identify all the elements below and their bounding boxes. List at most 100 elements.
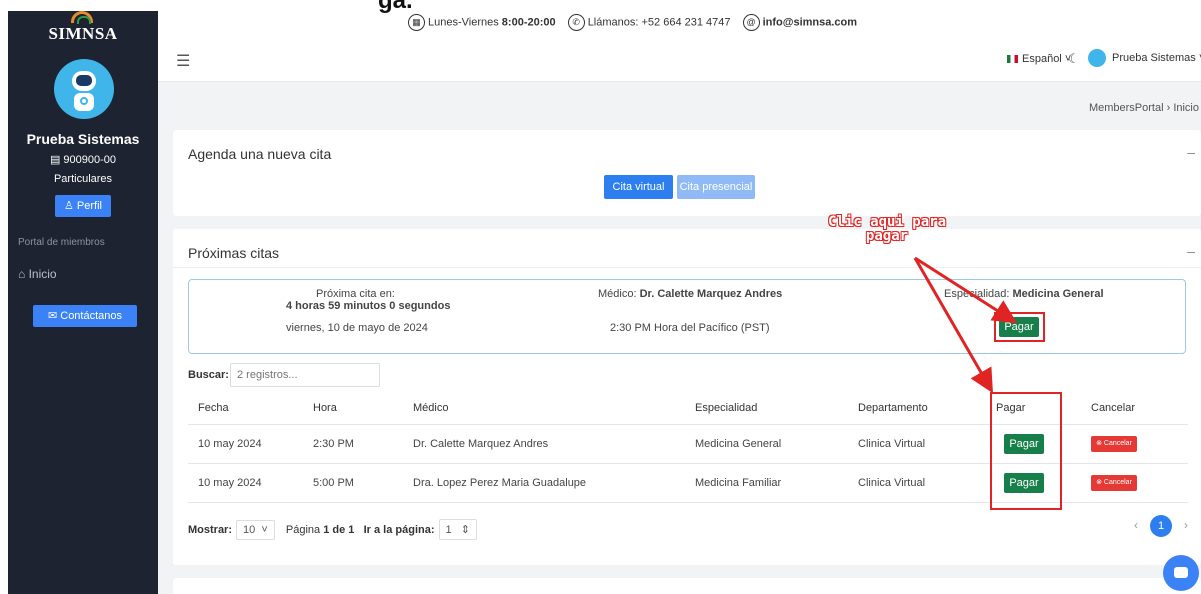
- cell-cancel: ⊗ Cancelar: [1081, 424, 1188, 464]
- brand-logo[interactable]: SIMNSA: [8, 11, 158, 49]
- prev-page-icon[interactable]: ‹: [1134, 518, 1138, 532]
- phone-item[interactable]: ✆ Llámanos: +52 664 231 4747: [567, 14, 731, 31]
- next-date: viernes, 10 de mayo de 2024: [286, 322, 428, 334]
- mail-icon: ✉: [47, 310, 61, 322]
- cancel-button-label: Cancelar: [1103, 478, 1132, 486]
- avatar-badge: [80, 97, 88, 105]
- contact-button[interactable]: ✉ Contáctanos: [33, 305, 137, 327]
- divider: [173, 267, 1201, 268]
- hours-label: Lunes-Viernes: [428, 16, 499, 29]
- main-content: MembersPortal › Inicio Agenda una nueva …: [158, 82, 1201, 594]
- page-size-value: 10: [243, 524, 256, 536]
- specialty-value: Medicina General: [1012, 288, 1104, 300]
- new-appointment-title: Agenda una nueva cita: [188, 146, 332, 162]
- dark-mode-toggle-icon[interactable]: ☾: [1068, 51, 1080, 67]
- logo-mark-icon: [71, 11, 93, 24]
- next-time: 2:30 PM Hora del Pacífico (PST): [610, 322, 770, 334]
- user-menu[interactable]: Prueba Sistemas ˅: [1088, 49, 1201, 67]
- cell-date: 10 may 2024: [188, 424, 303, 464]
- email-item[interactable]: @ info@simnsa.com: [742, 14, 858, 31]
- page-info-middle: de: [332, 524, 346, 536]
- hours-item: ▦ Lunes-Viernes 8:00-20:00: [408, 14, 556, 31]
- col-cancel[interactable]: Cancelar: [1081, 392, 1188, 425]
- user-name: Prueba Sistemas: [26, 131, 140, 147]
- table-footer: Mostrar: 10 ˅ Página 1 de 1 Ir a la págin…: [188, 515, 1188, 540]
- language-label: Español: [1022, 53, 1062, 65]
- home-icon: ⌂: [18, 267, 29, 281]
- goto-page-input[interactable]: 1 ⇕: [438, 519, 478, 540]
- sidebar-item-home[interactable]: ⌂ Inicio: [18, 267, 57, 281]
- top-info-strip: ga. ▦ Lunes-Viernes 8:00-20:00 ✆ Llámanos:…: [158, 0, 1201, 37]
- cell-specialty: Medicina Familiar: [685, 463, 848, 503]
- goto-page-value: 1: [445, 524, 452, 536]
- highlight-box: [994, 312, 1045, 342]
- cancel-button[interactable]: ⊗ Cancelar: [1091, 435, 1137, 452]
- breadcrumb-root[interactable]: MembersPortal: [1089, 102, 1164, 114]
- chat-button[interactable]: [1163, 555, 1199, 591]
- menu-icon[interactable]: ☰: [176, 51, 190, 71]
- new-appointment-card: Agenda una nueva cita – Cita virtual Cit…: [173, 130, 1201, 216]
- col-specialty[interactable]: Especialidad: [685, 392, 848, 425]
- annotation-line-1: Clic aqui para: [828, 214, 947, 230]
- upcoming-appointments-card: Próximas citas – Próxima cita en: 4 hora…: [173, 229, 1201, 565]
- in-person-appointment-button[interactable]: Cita presencial: [677, 175, 755, 199]
- collapse-icon[interactable]: –: [1187, 243, 1195, 259]
- annotation-text: Clic aqui para pagar: [828, 215, 946, 243]
- col-date[interactable]: Fecha: [188, 392, 303, 425]
- cell-doctor: Dra. Lopez Perez Maria Guadalupe: [403, 463, 685, 503]
- col-doctor[interactable]: Médico: [403, 392, 685, 425]
- col-time[interactable]: Hora: [303, 392, 403, 425]
- cell-specialty: Medicina General: [685, 424, 848, 464]
- virtual-appointment-button[interactable]: Cita virtual: [604, 175, 673, 199]
- show-label: Mostrar:: [188, 524, 233, 536]
- col-department[interactable]: Departamento: [848, 392, 986, 425]
- contact-button-label: Contáctanos: [60, 310, 123, 322]
- profile-button[interactable]: ♙ Perfil: [55, 195, 111, 217]
- page-button[interactable]: 1: [1150, 515, 1172, 537]
- breadcrumb: MembersPortal › Inicio: [1089, 102, 1199, 114]
- contact-info: ▦ Lunes-Viernes 8:00-20:00 ✆ Llámanos: +52…: [408, 14, 866, 31]
- collapse-icon[interactable]: –: [1187, 144, 1195, 160]
- member-id-value: 900900-00: [63, 154, 117, 166]
- annotation-line-2: pagar: [865, 228, 909, 244]
- email-text: info@simnsa.com: [762, 16, 858, 29]
- language-selector[interactable]: Español ˅: [1007, 53, 1071, 65]
- user-avatar-small: [1088, 49, 1106, 67]
- countdown-value: 4 horas 59 minutos 0 segundos: [286, 300, 451, 312]
- phone-text: Llámanos: +52 664 231 4747: [587, 16, 731, 29]
- doctor-value: Dr. Calette Marquez Andres: [639, 288, 783, 300]
- id-card-icon: ▤: [49, 154, 64, 166]
- avatar: [54, 59, 114, 119]
- user-icon: ♙: [64, 200, 77, 212]
- next-specialty: Especialidad: Medicina General: [944, 288, 1104, 300]
- page-current: 1: [323, 524, 330, 536]
- pagination: ‹ 1 ›: [1134, 515, 1188, 537]
- brand-name: SIMNSA: [48, 24, 118, 43]
- highlight-box: [990, 392, 1062, 510]
- header-bar: ☰ Español ˅ ☾ Prueba Sistemas ˅: [158, 37, 1201, 82]
- cancel-button-label: Cancelar: [1103, 439, 1132, 447]
- next-page-icon[interactable]: ›: [1184, 518, 1188, 532]
- sidebar: SIMNSA Prueba Sistemas ▤ 900900-00 Parti…: [8, 11, 158, 594]
- cell-department: Clinica Virtual: [848, 424, 986, 464]
- cell-time: 5:00 PM: [303, 463, 403, 503]
- next-doctor: Médico: Dr. Calette Marquez Andres: [598, 288, 782, 300]
- cell-time: 2:30 PM: [303, 424, 403, 464]
- cell-date: 10 may 2024: [188, 463, 303, 503]
- at-icon: @: [742, 14, 760, 31]
- user-menu-name: Prueba Sistemas: [1112, 51, 1196, 64]
- avatar-face: [76, 75, 92, 86]
- calendar-icon: ▦: [408, 14, 425, 31]
- mexico-flag-icon: [1007, 55, 1018, 64]
- search-input[interactable]: [230, 363, 380, 387]
- sidebar-section-label: Portal de miembros: [18, 237, 105, 248]
- specialty-label: Especialidad:: [944, 288, 1010, 300]
- partial-heading: ga.: [378, 0, 413, 14]
- phone-icon: ✆: [567, 14, 585, 31]
- search-label: Buscar:: [188, 369, 229, 381]
- page-info-prefix: Página: [285, 524, 321, 536]
- cancel-button[interactable]: ⊗ Cancelar: [1091, 474, 1137, 491]
- doctor-label: Médico:: [598, 288, 637, 300]
- sidebar-item-home-label: Inicio: [28, 267, 57, 281]
- page-size-select[interactable]: 10 ˅: [236, 520, 275, 540]
